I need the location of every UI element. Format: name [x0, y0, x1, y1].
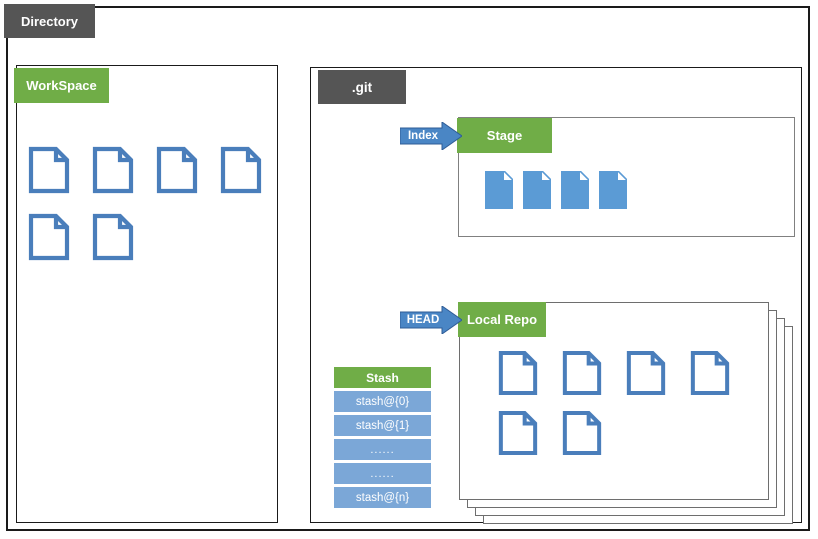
stash-row: ...... [333, 462, 432, 485]
file-outline-icon [92, 213, 134, 261]
head-arrow: HEAD [400, 306, 462, 334]
directory-label: Directory [4, 4, 95, 38]
file-outline-icon [562, 411, 602, 455]
stage-label: Stage [457, 118, 552, 153]
local-repo-file-group [498, 350, 748, 456]
file-filled-icon [599, 171, 627, 209]
file-filled-icon [485, 171, 513, 209]
file-filled-icon [561, 171, 589, 209]
file-outline-icon [220, 146, 262, 194]
stash-table-header: Stash [333, 366, 432, 389]
file-outline-icon [92, 146, 134, 194]
file-filled-icon [523, 171, 551, 209]
file-outline-icon [626, 351, 666, 395]
stash-row[interactable]: stash@{0} [333, 390, 432, 413]
workspace-file-group [28, 146, 278, 261]
stage-file-group [485, 171, 685, 209]
file-outline-icon [28, 146, 70, 194]
stash-table: Stash stash@{0} stash@{1} ...... ...... … [333, 366, 432, 510]
file-outline-icon [156, 146, 198, 194]
file-outline-icon [28, 213, 70, 261]
arrow-right-icon [400, 122, 462, 150]
local-repo-label: Local Repo [458, 302, 546, 337]
stash-row: ...... [333, 438, 432, 461]
git-label: .git [318, 70, 406, 104]
file-outline-icon [690, 351, 730, 395]
workspace-panel [16, 65, 278, 523]
stash-row[interactable]: stash@{n} [333, 486, 432, 509]
workspace-label: WorkSpace [14, 68, 109, 103]
file-outline-icon [498, 351, 538, 395]
git-architecture-diagram: Directory WorkSpace .git Stage Index Loc… [0, 0, 818, 539]
arrow-right-icon [400, 306, 462, 334]
index-arrow: Index [400, 122, 462, 150]
file-outline-icon [498, 411, 538, 455]
file-outline-icon [562, 351, 602, 395]
stash-row[interactable]: stash@{1} [333, 414, 432, 437]
